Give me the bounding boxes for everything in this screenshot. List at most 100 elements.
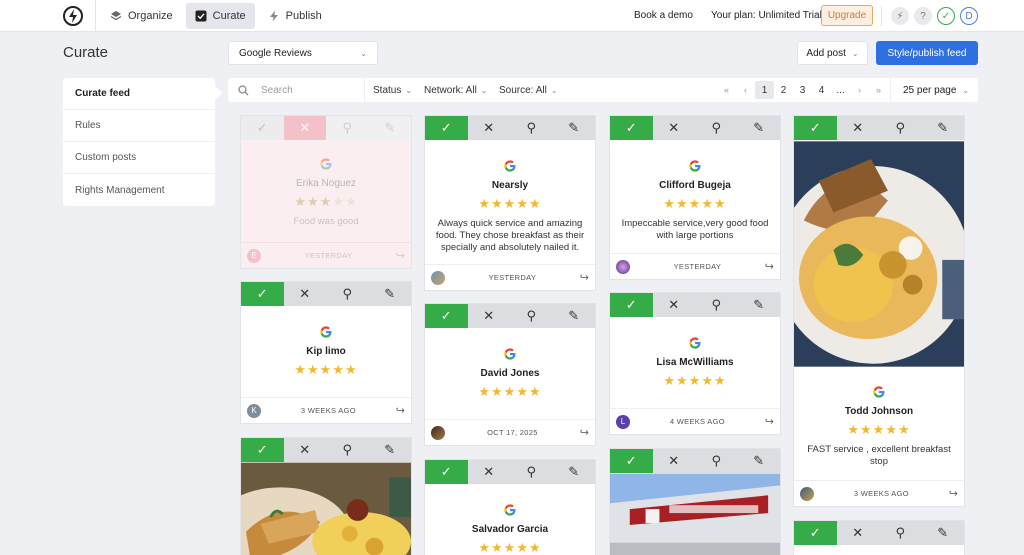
sidebar-item-rights-management[interactable]: Rights Management (63, 174, 215, 206)
approve-icon[interactable]: ✓ (794, 116, 837, 140)
post-card[interactable]: ✓ ✕ ⚲ ✎ Todd Johnson ★★★★★ FAST service … (793, 115, 965, 507)
star-rating: ★★★★★ (847, 422, 911, 437)
approve-icon[interactable]: ✓ (610, 293, 653, 317)
first-page-icon[interactable]: « (717, 81, 736, 99)
post-card[interactable]: ✓ ✕ ⚲ ✎ Kip limo ★★★★★ K 3 WEEKS AGO ↪ (240, 281, 412, 424)
approve-icon[interactable]: ✓ (425, 116, 468, 140)
network-filter[interactable]: Network: All ⌄ (424, 78, 488, 102)
post-card[interactable]: ✓ ✕ ⚲ ✎ Salvador Garcia ★★★★★ (424, 459, 596, 555)
sidebar-item-curate-feed[interactable]: Curate feed (63, 78, 215, 110)
post-card[interactable]: ✓ ✕ ⚲ ✎ (609, 448, 781, 555)
post-card[interactable]: ✓ ✕ ⚲ ✎ Nearsly ★★★★★ Always quick servi… (424, 115, 596, 291)
pin-icon[interactable]: ⚲ (326, 438, 369, 462)
approve-icon[interactable]: ✓ (425, 304, 468, 328)
pin-icon[interactable]: ⚲ (879, 521, 922, 545)
nav-publish[interactable]: Publish (259, 3, 331, 29)
approve-icon[interactable]: ✓ (610, 116, 653, 140)
source-filter[interactable]: Source: All ⌄ (499, 78, 558, 102)
google-icon (320, 158, 332, 170)
style-publish-button[interactable]: Style/publish feed (876, 41, 978, 65)
reject-icon[interactable]: ✕ (653, 293, 696, 317)
reject-icon[interactable]: ✕ (837, 521, 880, 545)
approve-icon[interactable]: ✓ (794, 521, 837, 545)
pin-icon[interactable]: ⚲ (695, 293, 738, 317)
approve-icon[interactable]: ✓ (241, 438, 284, 462)
page-3[interactable]: 3 (793, 81, 812, 99)
edit-pencil-icon[interactable]: ✎ (553, 304, 596, 328)
share-icon[interactable]: ↪ (949, 487, 958, 500)
reject-icon[interactable]: ✕ (837, 116, 880, 140)
next-page-icon[interactable]: › (850, 81, 869, 99)
approve-icon[interactable]: ✓ (610, 449, 653, 473)
share-icon[interactable]: ↪ (765, 415, 774, 428)
reject-icon[interactable]: ✕ (468, 460, 511, 484)
share-icon[interactable]: ↪ (580, 426, 589, 439)
google-icon (689, 337, 701, 349)
check-circle-icon[interactable]: ✓ (937, 7, 955, 25)
status-filter[interactable]: Status ⌄ (373, 78, 412, 102)
edit-pencil-icon[interactable]: ✎ (922, 521, 965, 545)
app-logo-icon[interactable] (62, 5, 84, 27)
reject-icon[interactable]: ✕ (653, 116, 696, 140)
edit-pencil-icon[interactable]: ✎ (369, 116, 412, 140)
reject-icon[interactable]: ✕ (468, 116, 511, 140)
share-icon[interactable]: ↪ (765, 260, 774, 273)
reject-icon[interactable]: ✕ (468, 304, 511, 328)
pin-icon[interactable]: ⚲ (510, 460, 553, 484)
approve-icon[interactable]: ✓ (241, 116, 284, 140)
post-card[interactable]: ✓ ✕ ⚲ ✎ (793, 520, 965, 555)
pin-icon[interactable]: ⚲ (326, 282, 369, 306)
search-placeholder: Search (261, 84, 293, 96)
edit-pencil-icon[interactable]: ✎ (738, 116, 781, 140)
share-icon[interactable]: ↪ (396, 249, 405, 262)
post-date: OCT 17, 2025 (487, 428, 538, 437)
share-icon[interactable]: ↪ (580, 271, 589, 284)
pin-icon[interactable]: ⚲ (879, 116, 922, 140)
nav-organize[interactable]: Organize (101, 3, 182, 29)
nav-organize-label: Organize (128, 10, 173, 22)
reject-icon[interactable]: ✕ (283, 116, 326, 140)
reject-icon[interactable]: ✕ (284, 438, 327, 462)
reject-icon[interactable]: ✕ (284, 282, 327, 306)
pin-icon[interactable]: ⚲ (695, 449, 738, 473)
edit-pencil-icon[interactable]: ✎ (738, 293, 781, 317)
approve-icon[interactable]: ✓ (425, 460, 468, 484)
pin-icon[interactable]: ⚲ (510, 116, 553, 140)
food-photo (241, 462, 411, 555)
book-demo-link[interactable]: Book a demo (634, 10, 693, 21)
post-card[interactable]: ✓ ✕ ⚲ ✎ (240, 437, 412, 555)
reject-icon[interactable]: ✕ (653, 449, 696, 473)
edit-pencil-icon[interactable]: ✎ (369, 282, 412, 306)
help-icon[interactable]: ? (914, 7, 932, 25)
edit-pencil-icon[interactable]: ✎ (922, 116, 965, 140)
page-1[interactable]: 1 (755, 81, 774, 99)
edit-pencil-icon[interactable]: ✎ (738, 449, 781, 473)
sidebar-item-rules[interactable]: Rules (63, 110, 215, 142)
per-page-select[interactable]: 25 per page ⌄ (903, 78, 969, 102)
post-card[interactable]: ✓ ✕ ⚲ ✎ Lisa McWilliams ★★★★★ L 4 WEEKS … (609, 292, 781, 435)
add-post-button[interactable]: Add post ⌄ (797, 41, 868, 65)
last-page-icon[interactable]: » (869, 81, 888, 99)
post-card[interactable]: ✓ ✕ ⚲ ✎ Erika Noguez ★★★★★ Food was good… (240, 115, 412, 269)
page-4[interactable]: 4 (812, 81, 831, 99)
prev-page-icon[interactable]: ‹ (736, 81, 755, 99)
search-input[interactable]: Search (238, 78, 293, 102)
post-card[interactable]: ✓ ✕ ⚲ ✎ David Jones ★★★★★ OCT 17, 2025 ↪ (424, 303, 596, 446)
edit-pencil-icon[interactable]: ✎ (553, 460, 596, 484)
bolt-icon[interactable]: ⚡ (891, 7, 909, 25)
sidebar-item-custom-posts[interactable]: Custom posts (63, 142, 215, 174)
share-icon[interactable]: ↪ (396, 404, 405, 417)
upgrade-button[interactable]: Upgrade (821, 5, 873, 26)
pin-icon[interactable]: ⚲ (326, 116, 369, 140)
pin-icon[interactable]: ⚲ (510, 304, 553, 328)
edit-pencil-icon[interactable]: ✎ (369, 438, 412, 462)
approve-icon[interactable]: ✓ (241, 282, 284, 306)
edit-pencil-icon[interactable]: ✎ (553, 116, 596, 140)
nav-curate[interactable]: Curate (185, 3, 255, 29)
post-card[interactable]: ✓ ✕ ⚲ ✎ Clifford Bugeja ★★★★★ Impeccable… (609, 115, 781, 280)
card-footer: E YESTERDAY ↪ (241, 242, 411, 268)
pin-icon[interactable]: ⚲ (695, 116, 738, 140)
user-avatar[interactable]: D (960, 7, 978, 25)
source-select[interactable]: Google Reviews ⌄ (228, 41, 378, 65)
page-2[interactable]: 2 (774, 81, 793, 99)
